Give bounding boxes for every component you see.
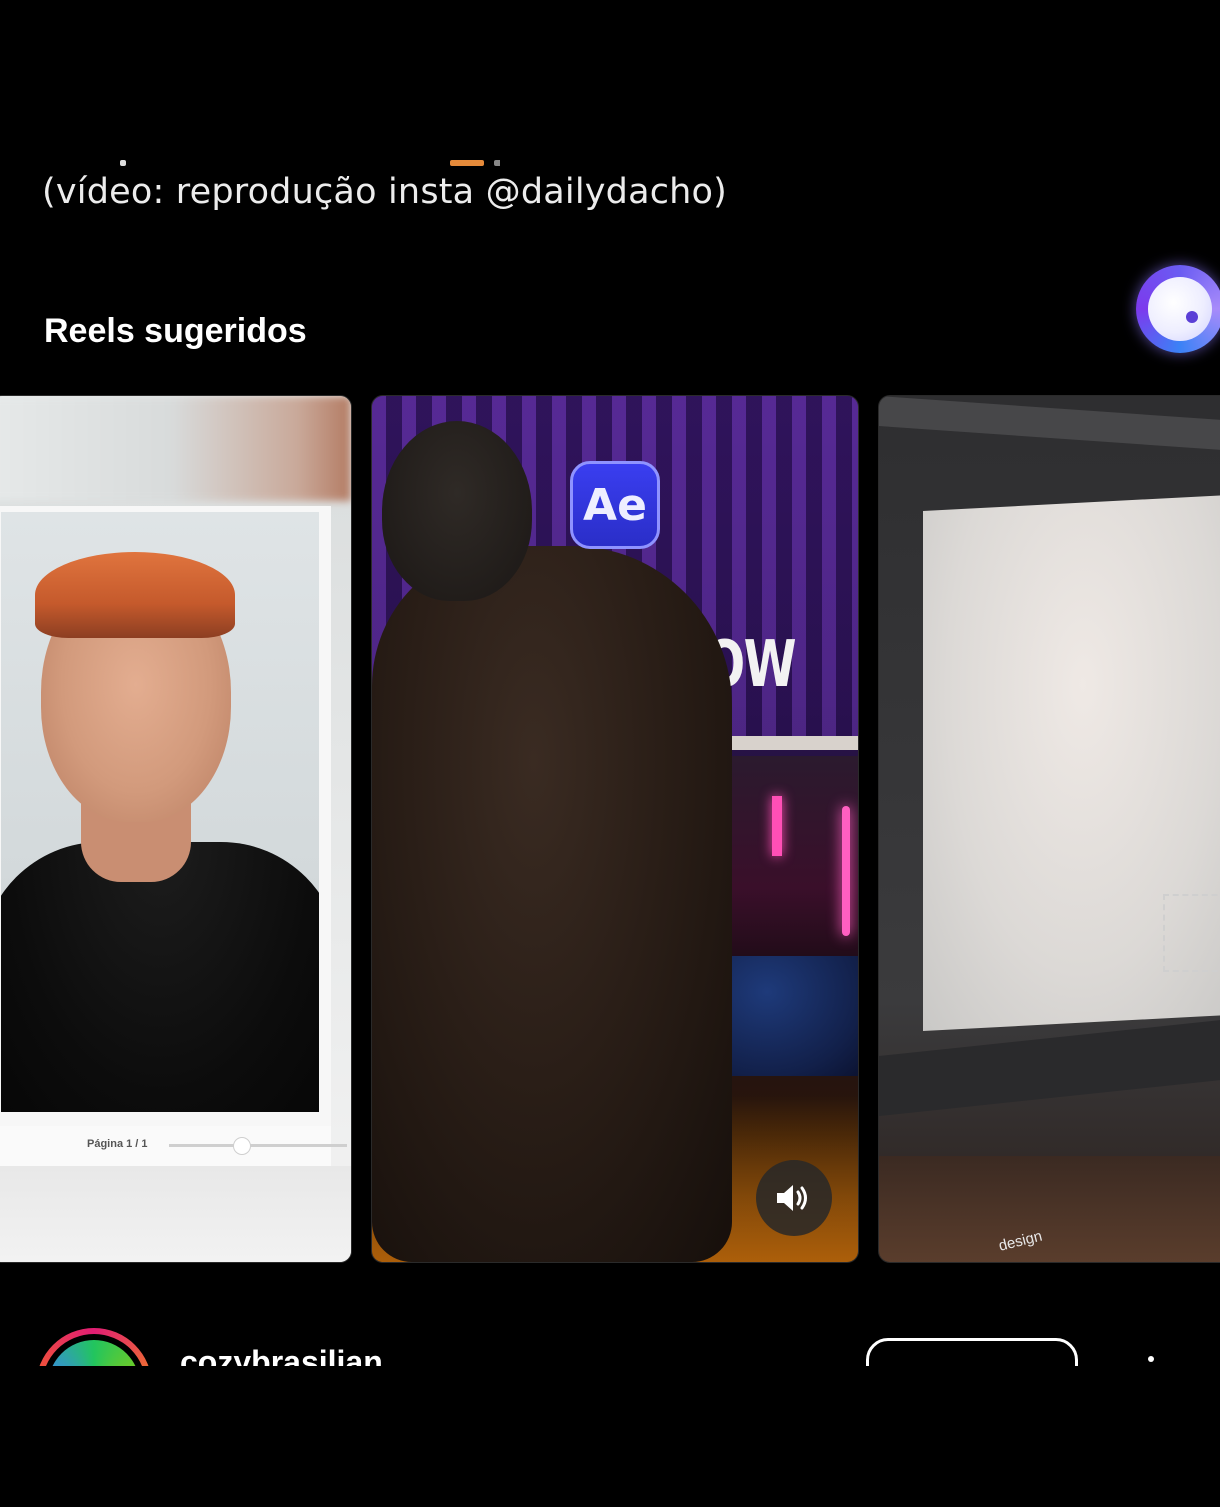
app-toolbar xyxy=(879,396,1220,452)
person-shirt xyxy=(1,842,319,1112)
page-indicator: Página 1 / 1 xyxy=(0,1126,347,1166)
shelf xyxy=(720,736,858,750)
person-hair xyxy=(35,552,235,638)
page-slider-knob xyxy=(233,1137,251,1155)
reel-card-3[interactable]: design xyxy=(878,395,1220,1263)
bubble-dot xyxy=(1186,311,1198,323)
neon-light xyxy=(772,796,782,856)
selection-box xyxy=(1163,894,1220,972)
avatar[interactable] xyxy=(36,1328,152,1366)
bubble-inner xyxy=(1148,277,1212,341)
follow-button[interactable] xyxy=(866,1338,1078,1366)
speaker-icon[interactable] xyxy=(756,1160,832,1236)
taskbar xyxy=(879,1018,1220,1116)
reel-thumbnail-photo xyxy=(0,506,331,1126)
page-label: Página 1 / 1 xyxy=(87,1138,148,1150)
username[interactable]: cozybrasilian xyxy=(180,1344,383,1366)
reel-card-2[interactable]: KNOW Ae xyxy=(371,395,859,1263)
neon-light-2 xyxy=(842,806,850,936)
post-caption: (vídeo: reprodução insta @dailydacho) xyxy=(42,172,728,212)
assistant-bubble-icon[interactable] xyxy=(1136,265,1220,353)
reel-thumbnail-bottom xyxy=(0,1166,351,1262)
after-effects-badge: Ae xyxy=(570,461,660,549)
suggested-reels-title: Reels sugeridos xyxy=(44,312,307,350)
person-head-back xyxy=(382,421,532,601)
page-slider-track xyxy=(169,1144,347,1147)
post-caption-truncated xyxy=(40,152,500,166)
reel-card-1[interactable]: Página 1 / 1 xyxy=(0,395,352,1263)
next-post-header: cozybrasilian xyxy=(0,1320,1220,1366)
wood-table xyxy=(879,1156,1220,1262)
more-options-icon[interactable] xyxy=(1148,1356,1154,1362)
reel-thumbnail-blur xyxy=(0,396,351,501)
pc-case xyxy=(732,756,858,976)
person-body xyxy=(372,546,732,1262)
